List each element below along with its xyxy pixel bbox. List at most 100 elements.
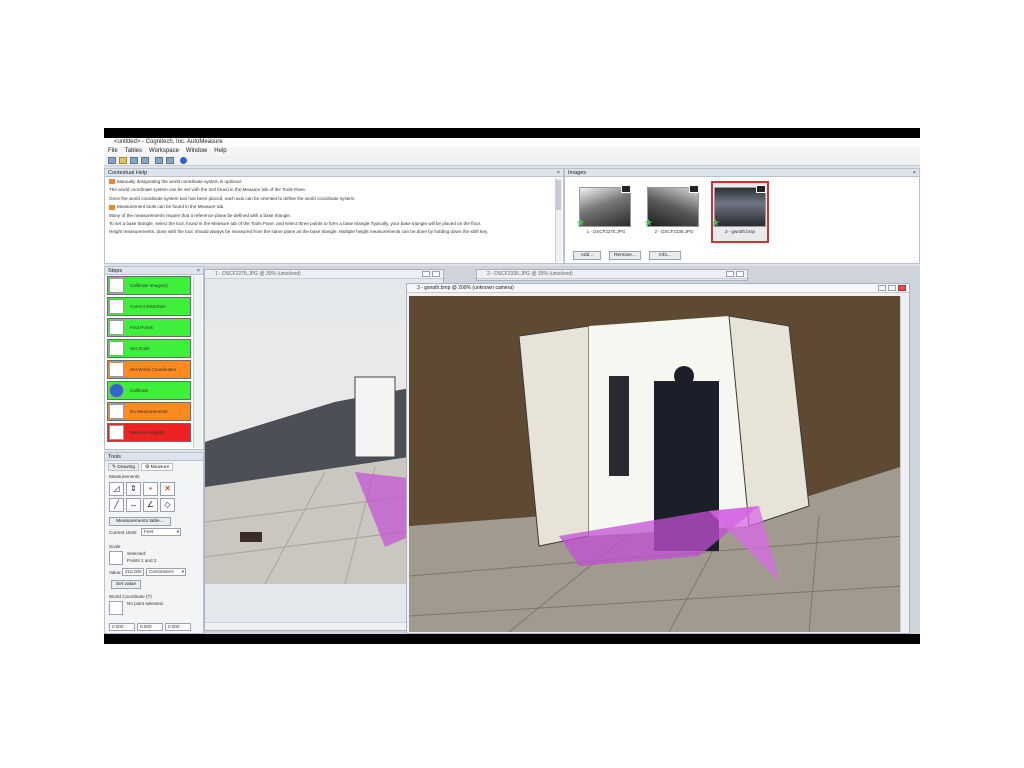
image-view-3[interactable] bbox=[409, 296, 903, 632]
delete-tool-icon[interactable]: ✕ bbox=[160, 482, 175, 496]
star-icon: ★ bbox=[644, 218, 653, 229]
save-all-icon[interactable] bbox=[141, 157, 149, 164]
help-line: Once the world coordinate system tool ha… bbox=[109, 195, 356, 201]
add-button[interactable]: Add... bbox=[573, 251, 601, 260]
scale-label: Scale bbox=[109, 544, 121, 549]
coord-y-input[interactable]: 0.000 bbox=[137, 623, 163, 631]
menu-window[interactable]: Window bbox=[186, 147, 207, 156]
thumbnail-2[interactable] bbox=[647, 187, 699, 227]
base-triangle-tool-icon[interactable]: ◿ bbox=[109, 482, 124, 496]
scale-value-input[interactable]: 218.000 bbox=[122, 568, 144, 576]
window-title-bar: 3 - gwrath.bmp @ 200% (unknown camera) bbox=[407, 284, 909, 293]
steps-panel: Steps × Calibrate Image(s) Correct Disto… bbox=[104, 266, 204, 450]
camera-icon bbox=[756, 185, 766, 193]
thumbnail-1[interactable] bbox=[579, 187, 631, 227]
steps-scrollbar[interactable] bbox=[193, 276, 202, 448]
menu-file[interactable]: File bbox=[108, 147, 118, 156]
app-title: <untitled> - Cognitech, Inc. AutoMeasure bbox=[114, 139, 223, 145]
point-tool-icon[interactable]: • bbox=[143, 482, 158, 496]
camera-step-icon bbox=[109, 278, 124, 293]
axes-step-icon bbox=[109, 362, 124, 377]
minimize-icon[interactable] bbox=[422, 271, 430, 277]
save-icon[interactable] bbox=[130, 157, 138, 164]
ruler-step-icon bbox=[109, 341, 124, 356]
step-calibrate[interactable]: Calibrate bbox=[107, 381, 191, 400]
menu-help[interactable]: Help bbox=[214, 147, 226, 156]
images-panel: Images × ★ 1 - DSCF2275.JPG ★ 2 - DSCF23… bbox=[564, 168, 920, 264]
coord-z-input[interactable]: 0.000 bbox=[165, 623, 191, 631]
step-do-measurements[interactable]: Do Measurements bbox=[107, 402, 191, 421]
close-icon[interactable]: × bbox=[197, 267, 200, 275]
toolbar bbox=[104, 156, 920, 166]
measurements-table-button[interactable]: Measurements table... bbox=[109, 517, 171, 526]
tile-horizontal-icon[interactable] bbox=[155, 157, 163, 164]
window-title: 3 - gwrath.bmp @ 200% (unknown camera) bbox=[417, 285, 514, 291]
panel-header: Images × bbox=[565, 169, 919, 177]
set-value-button[interactable]: Set value bbox=[111, 580, 141, 589]
tile-vertical-icon[interactable] bbox=[166, 157, 174, 164]
current-units-select[interactable]: Feet ▾ bbox=[141, 528, 181, 536]
window-title-bar: 2 - DSCF2336.JPG @ 35% (unsolved) bbox=[477, 270, 747, 279]
steps-panel-title: Steps bbox=[108, 268, 123, 274]
contextual-help-panel: Contextual Help × Manually designating t… bbox=[104, 168, 564, 264]
menu-workspace[interactable]: Workspace bbox=[149, 147, 179, 156]
step-measure-heights[interactable]: Measure Heights bbox=[107, 423, 191, 442]
maximize-icon[interactable] bbox=[736, 271, 744, 277]
step-set-world-coordinates[interactable]: Set World Coordinates bbox=[107, 360, 191, 379]
panel-header: Contextual Help × bbox=[105, 169, 563, 177]
panel-header: Tools bbox=[105, 453, 203, 461]
maximize-icon[interactable] bbox=[432, 271, 440, 277]
step-correct-distortion[interactable]: Correct Distortion bbox=[107, 297, 191, 316]
remove-button[interactable]: Remove... bbox=[609, 251, 641, 260]
help-line: Manually designating the world coordinat… bbox=[105, 177, 563, 185]
help-line: Measurement tools can be found in the Me… bbox=[105, 202, 563, 210]
scroll-thumb[interactable] bbox=[556, 180, 561, 210]
help-bullet-icon bbox=[109, 204, 115, 210]
height-step-icon bbox=[109, 425, 124, 440]
panel-header: Steps × bbox=[105, 267, 203, 275]
world-coordinate-icon bbox=[109, 601, 123, 615]
selected-value: Points 1 and 2 bbox=[127, 558, 157, 563]
image-window-2: 2 - DSCF2336.JPG @ 35% (unsolved) bbox=[476, 269, 748, 281]
vertical-scrollbar[interactable] bbox=[900, 296, 908, 632]
pencil-icon: ✎ bbox=[112, 465, 117, 470]
area-tool-icon[interactable]: ◇ bbox=[160, 498, 175, 512]
help-scrollbar[interactable] bbox=[555, 178, 562, 262]
menu-tables[interactable]: Tables bbox=[125, 147, 142, 156]
open-icon[interactable] bbox=[119, 157, 127, 164]
coord-x-input[interactable]: 0.000 bbox=[109, 623, 135, 631]
chevron-down-icon: ▾ bbox=[176, 529, 179, 534]
letterbox-top bbox=[104, 128, 920, 138]
angle-tool-icon[interactable]: ∠ bbox=[143, 498, 158, 512]
scale-units-select[interactable]: Centimeters ▾ bbox=[146, 568, 186, 576]
line-tool-icon[interactable]: ╱ bbox=[109, 498, 124, 512]
close-icon[interactable] bbox=[898, 285, 906, 291]
thumbnail-caption: 2 - DSCF2336.JPG bbox=[654, 229, 694, 234]
clock-step-icon bbox=[109, 383, 124, 398]
maximize-icon[interactable] bbox=[888, 285, 896, 291]
window-title-bar: 1 - DSCF2275.JPG @ 30% (unsolved) bbox=[205, 270, 443, 279]
height-tool-icon[interactable]: ⇕ bbox=[126, 482, 141, 496]
help-line: Height measurements, done with the tool,… bbox=[109, 229, 489, 235]
window-title: 2 - DSCF2336.JPG @ 35% (unsolved) bbox=[487, 271, 573, 277]
step-find-points[interactable]: Find Points bbox=[107, 318, 191, 337]
tab-drawing[interactable]: ✎ Drawing bbox=[108, 463, 139, 471]
distance-tool-icon[interactable]: ↔ bbox=[126, 498, 141, 512]
world-coordinate-label: World Coordinate (T) bbox=[109, 594, 152, 599]
info-button[interactable]: Info... bbox=[649, 251, 681, 260]
step-set-scale[interactable]: Set Scale bbox=[107, 339, 191, 358]
new-icon[interactable] bbox=[108, 157, 116, 164]
camera-icon bbox=[689, 185, 699, 193]
help-line: The world coordinate system can be set w… bbox=[109, 187, 307, 193]
thumbnail-3[interactable] bbox=[714, 187, 766, 227]
help-line: Many of the measurements require that a … bbox=[109, 212, 292, 218]
step-calibrate-images[interactable]: Calibrate Image(s) bbox=[107, 276, 191, 295]
info-icon[interactable] bbox=[180, 157, 187, 164]
measurements-group-label: Measurements bbox=[109, 474, 140, 479]
minimize-icon[interactable] bbox=[878, 285, 886, 291]
close-icon[interactable]: × bbox=[913, 169, 916, 177]
close-icon[interactable]: × bbox=[557, 169, 560, 177]
tab-measure[interactable]: ⚙ Measure bbox=[141, 463, 174, 471]
minimize-icon[interactable] bbox=[726, 271, 734, 277]
menu-bar: File Tables Workspace Window Help bbox=[104, 147, 920, 156]
